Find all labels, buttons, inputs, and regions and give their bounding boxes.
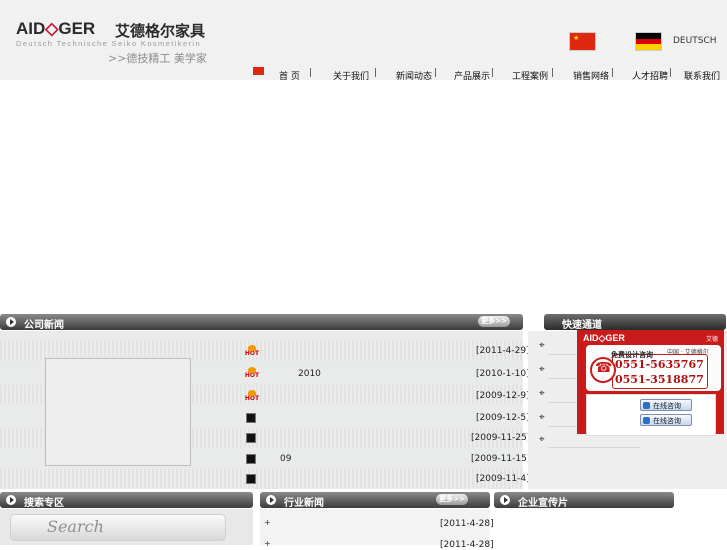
crosshair-bullet-icon: ⌖ [539, 412, 545, 423]
online-consult-button[interactable]: 在线咨询 [640, 414, 692, 426]
bullet-square-icon [246, 433, 256, 443]
quick-links-header: 快速通道 [544, 314, 726, 331]
play-circle-icon [266, 495, 276, 505]
nav-separator [552, 68, 553, 77]
divider [548, 447, 640, 448]
crosshair-bullet-icon: ⌖ [539, 340, 545, 351]
nav-separator [612, 68, 613, 77]
news-title-link[interactable]: 2010 [298, 369, 321, 379]
nav-flag-icon [253, 67, 264, 75]
consult-logo: AID◇GER [583, 333, 625, 343]
hot-icon: HOT [244, 345, 260, 357]
bullet-icon: + [264, 518, 271, 527]
nav-separator [375, 68, 376, 77]
crosshair-bullet-icon: ⌖ [539, 388, 545, 399]
news-photo-frame[interactable] [45, 358, 191, 466]
bullet-square-icon [246, 454, 256, 464]
promo-video-panel[interactable] [494, 509, 727, 545]
bullet-square-icon [246, 413, 256, 423]
more-button[interactable]: 更多>> [436, 494, 468, 505]
germany-flag-icon[interactable] [635, 32, 662, 51]
section-title: 快速通道 [562, 320, 602, 331]
play-circle-icon [500, 495, 510, 505]
news-date: [2011-4-28] [440, 540, 494, 550]
section-title: 企业宣传片 [518, 498, 568, 509]
nav-separator [492, 68, 493, 77]
online-consult-button[interactable]: 在线咨询 [640, 399, 692, 411]
consult-corner-label: 艾德 [706, 336, 719, 343]
company-news-header: 公司新闻 更多>> [0, 314, 523, 331]
slogan: >>德技精工 美学家 [108, 52, 207, 65]
logo[interactable]: AID◇GER [16, 19, 95, 39]
bullet-icon: + [264, 539, 271, 548]
language-link-german[interactable]: DEUTSCH [673, 35, 717, 47]
logo-tagline: Deutsch Technische Seiko Kosmetikerin [16, 39, 202, 48]
search-button-label[interactable]: Search [47, 517, 104, 536]
play-circle-icon [6, 317, 16, 327]
crosshair-bullet-icon: ⌖ [539, 364, 545, 375]
phone-icon [590, 357, 616, 383]
play-circle-icon [6, 495, 16, 505]
bullet-square-icon [246, 474, 256, 484]
hot-icon: HOT [244, 367, 260, 379]
phone-number: 0551-5635767 [615, 358, 704, 371]
nav-separator [435, 68, 436, 77]
hot-icon: HOT [244, 390, 260, 402]
china-flag-icon[interactable]: ★ [569, 32, 596, 51]
news-row-background [0, 469, 523, 489]
crosshair-bullet-icon: ⌖ [539, 434, 545, 445]
phone-number: 0551-3518877 [615, 373, 704, 386]
logo-chinese-name: 艾德格尔家具 [115, 22, 206, 40]
banner-area [0, 80, 727, 312]
search-button[interactable] [10, 514, 226, 541]
section-title: 搜索专区 [24, 498, 64, 509]
promo-video-header: 企业宣传片 [494, 492, 674, 509]
section-title: 行业新闻 [284, 498, 324, 509]
news-date: [2011-4-28] [440, 519, 494, 529]
news-title-link[interactable]: 09 [280, 454, 291, 464]
more-button[interactable]: 更多>> [478, 316, 510, 327]
nav-separator [310, 68, 311, 77]
search-section-header: 搜索专区 [0, 492, 253, 509]
section-title: 公司新闻 [24, 320, 64, 331]
industry-news-header: 行业新闻 更多>> [260, 492, 490, 509]
nav-separator [670, 68, 671, 77]
